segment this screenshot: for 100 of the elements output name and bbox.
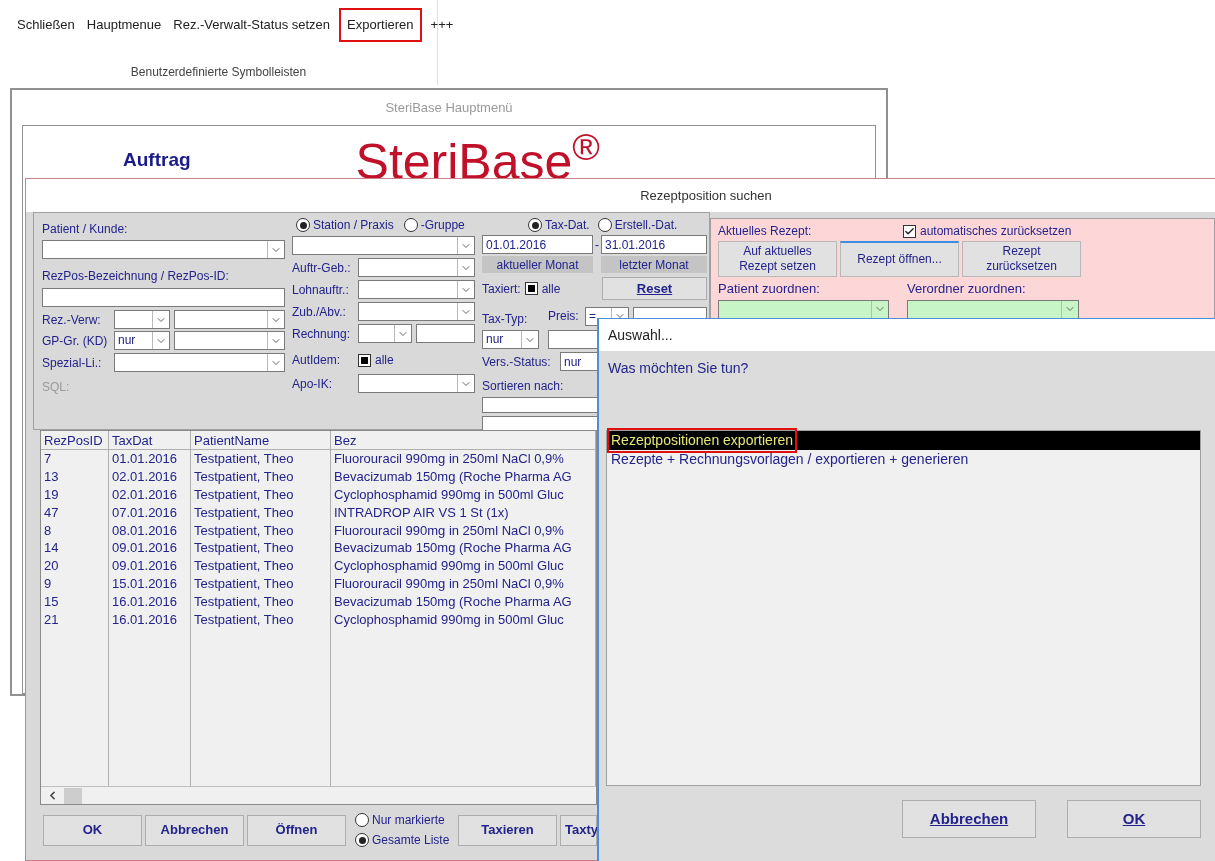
- radio-button[interactable]: -Gruppe: [403, 216, 465, 234]
- recipe-button[interactable]: Rezept öffnen...: [840, 241, 959, 277]
- dropdown-field[interactable]: [174, 331, 285, 350]
- dropdown-field[interactable]: [114, 310, 170, 329]
- window-title: SteriBase Hauptmenü: [384, 99, 514, 117]
- list-option[interactable]: Rezepte + Rechnungsvorlagen / exportieren + generieren: [607, 450, 1200, 469]
- field-label: Rez.-Verw:: [42, 311, 102, 329]
- toolbar-button[interactable]: Schließen: [14, 8, 78, 42]
- toolbar-button[interactable]: Rez.-Verwalt-Status setzen: [170, 8, 334, 42]
- toolbar-button[interactable]: +++: [427, 8, 457, 42]
- horizontal-scrollbar[interactable]: [41, 786, 596, 804]
- field-label: Tax-Typ:: [482, 311, 529, 328]
- recipe-button[interactable]: Auf aktuelles Rezept setzen: [718, 241, 837, 277]
- table-cell-text: Bevacizumab 150mg (Roche Pharma AG: [333, 593, 573, 611]
- dialog-question: Was möchten Sie tun?: [607, 359, 750, 378]
- column-header[interactable]: TaxDat: [109, 431, 190, 450]
- field-label: RezPos-Bezeichnung / RezPos-ID:: [42, 268, 230, 285]
- dropdown-field[interactable]: [718, 299, 889, 319]
- field-label: Apo-IK:: [292, 375, 334, 393]
- dropdown-field[interactable]: nur: [482, 330, 539, 349]
- column-header[interactable]: Bez: [331, 431, 595, 450]
- date-separator: -: [594, 236, 600, 254]
- button[interactable]: Taxty: [560, 814, 597, 846]
- field-label: Aktuelles Rezept:: [718, 223, 813, 240]
- text-field[interactable]: [416, 324, 475, 343]
- filled-square-icon: [527, 285, 535, 292]
- text-field[interactable]: [482, 397, 598, 413]
- button[interactable]: Taxieren: [458, 814, 557, 846]
- recipe-button[interactable]: Rezept zurücksetzen: [962, 241, 1081, 277]
- text-field[interactable]: 01.01.2016: [482, 235, 593, 254]
- table-cell-text: Testpatient, Theo: [193, 539, 295, 558]
- text-field[interactable]: nur: [560, 352, 598, 371]
- table-cell-text: 01.01.2016: [111, 450, 179, 468]
- toolbar-button[interactable]: Hauptmenue: [83, 8, 165, 42]
- table-cell-text: Testpatient, Theo: [193, 593, 295, 611]
- column-header[interactable]: PatientName: [191, 431, 330, 450]
- checkbox[interactable]: alle: [358, 351, 394, 369]
- text-field[interactable]: [42, 288, 285, 307]
- text-field[interactable]: [548, 330, 598, 349]
- field-label: Patient zuordnen:: [718, 280, 821, 298]
- button[interactable]: Öffnen: [247, 814, 346, 846]
- checkbox[interactable]: automatisches zurücksetzen: [903, 222, 1072, 240]
- text-field[interactable]: 31.01.2016: [601, 235, 707, 254]
- dropdown-field[interactable]: [114, 353, 285, 372]
- section-title: Auftrag: [123, 147, 191, 172]
- dropdown-field[interactable]: [292, 236, 475, 255]
- table-cell-text: Testpatient, Theo: [193, 575, 295, 594]
- table-cell-text: Cyclophosphamid 990mg in 500ml Gluc: [333, 611, 565, 629]
- table-cell-text: 15: [43, 593, 60, 611]
- table-cell-text: Fluorouracil 990mg in 250ml NaCl 0,9%: [333, 450, 565, 468]
- button[interactable]: Reset: [602, 277, 707, 300]
- table-cell-text: 08.01.2016: [111, 521, 179, 540]
- last-month-button[interactable]: letzter Monat: [601, 256, 707, 273]
- field-label: SQL:: [42, 379, 71, 396]
- dropdown-field[interactable]: [358, 280, 475, 299]
- radio-button[interactable]: Station / Praxis: [296, 216, 394, 234]
- radio-button[interactable]: Tax-Dat.: [528, 216, 590, 234]
- dropdown-field[interactable]: [358, 374, 475, 393]
- scrollbar-thumb[interactable]: [64, 787, 82, 804]
- field-label: Sortieren nach:: [482, 378, 565, 395]
- window-title: Rezeptposition suchen: [640, 186, 772, 205]
- field-label: Preis:: [548, 308, 580, 325]
- dropdown-field[interactable]: [174, 310, 285, 329]
- field-label: Verordner zuordnen:: [907, 280, 1027, 298]
- field-label: Rechnung:: [292, 325, 352, 343]
- table-cell-text: Testpatient, Theo: [193, 485, 295, 504]
- table-cell-text: Fluorouracil 990mg in 250ml NaCl 0,9%: [333, 575, 565, 594]
- button[interactable]: Abbrechen: [902, 800, 1036, 838]
- table-cell-text: 09.01.2016: [111, 539, 179, 558]
- dropdown-field[interactable]: [358, 258, 475, 277]
- dropdown-field[interactable]: [358, 324, 412, 343]
- button[interactable]: OK: [43, 814, 142, 846]
- list-option[interactable]: Rezeptpositionen exportieren: [607, 431, 1200, 450]
- radio-button[interactable]: Erstell.-Dat.: [597, 216, 678, 234]
- table-cell-text: 09.01.2016: [111, 557, 179, 576]
- table-cell-text: INTRADROP AIR VS 1 St (1x): [333, 503, 510, 522]
- dropdown-field[interactable]: nur: [114, 331, 170, 350]
- dropdown-field[interactable]: [42, 240, 285, 259]
- table-cell-text: 19: [43, 485, 60, 504]
- button[interactable]: Abbrechen: [145, 814, 244, 846]
- table-cell-text: Cyclophosphamid 990mg in 500ml Gluc: [333, 557, 565, 576]
- toolbar-button[interactable]: Exportieren: [339, 8, 422, 42]
- button[interactable]: OK: [1067, 800, 1201, 838]
- dropdown-field[interactable]: [907, 299, 1079, 319]
- radio-button[interactable]: Nur markierte: [355, 811, 455, 829]
- column-header[interactable]: RezPosID: [41, 431, 108, 450]
- table-cell-text: 14: [43, 539, 60, 558]
- current-month-button[interactable]: aktueller Monat: [482, 256, 593, 273]
- table-cell-text: 16.01.2016: [111, 611, 179, 629]
- dropdown-field[interactable]: [358, 302, 475, 321]
- table-cell-text: 47: [43, 503, 60, 522]
- checkbox[interactable]: alle: [524, 279, 561, 298]
- filled-square-icon: [361, 356, 368, 364]
- table-cell-text: Testpatient, Theo: [193, 467, 295, 486]
- dialog-title: Auswahl...: [608, 325, 673, 345]
- table-cell-text: 21: [43, 611, 60, 629]
- table-cell-text: Fluorouracil 990mg in 250ml NaCl 0,9%: [333, 521, 565, 540]
- table-cell-text: Testpatient, Theo: [193, 521, 295, 540]
- text-field[interactable]: [482, 416, 598, 432]
- radio-button[interactable]: Gesamte Liste: [355, 831, 455, 849]
